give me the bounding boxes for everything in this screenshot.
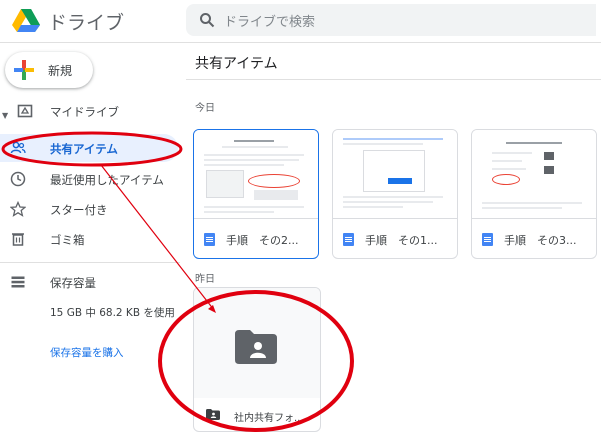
search-bar[interactable]: ドライブで検索 [186,4,596,36]
sidebar-item-starred[interactable]: スター付き [0,195,186,223]
file-name: 手順 その1... [365,234,438,247]
clock-icon [10,171,26,187]
sidebar-item-label: スター付き [50,203,108,217]
file-card[interactable]: 手順 その2... [193,129,319,259]
main-divider [186,79,601,80]
buy-storage-link[interactable]: 保存容量を購入 [50,345,124,360]
shared-people-icon [10,141,26,154]
sidebar-item-label: 最近使用したアイテム [50,173,164,187]
shared-folder-icon [235,330,277,364]
folder-thumbnail [194,288,320,398]
section-label-today: 今日 [195,103,215,114]
storage-icon [11,276,25,288]
plus-icon [14,60,34,80]
file-thumbnail [472,130,596,219]
search-input[interactable]: ドライブで検索 [224,11,315,30]
sidebar-item-storage[interactable]: 保存容量 [0,268,186,296]
sidebar-item-label: ゴミ箱 [50,233,85,247]
google-docs-icon [343,233,354,246]
sidebar-item-my-drive[interactable]: マイドライブ [0,97,186,125]
file-thumbnail [194,130,318,219]
file-card[interactable]: 手順 その3... [471,129,597,259]
sidebar-item-shared[interactable]: 共有アイテム [0,134,178,162]
drive-icon [17,104,33,118]
app-title[interactable]: ドライブ [48,8,124,35]
drive-logo-icon[interactable] [12,8,40,32]
star-icon [10,201,26,217]
search-icon[interactable] [199,12,215,28]
file-name: 手順 その3... [504,234,577,247]
file-name: 手順 その2... [226,234,299,247]
new-button[interactable]: 新規 [5,52,93,88]
file-thumbnail [333,130,457,219]
sidebar-item-label: 共有アイテム [50,142,118,156]
folder-card[interactable]: 社内共有フォ... [193,287,321,432]
sidebar-item-recent[interactable]: 最近使用したアイテム [0,165,186,193]
file-card[interactable]: 手順 その1... [332,129,458,259]
storage-usage-text: 15 GB 中 68.2 KB を使用 [50,307,175,319]
new-button-label: 新規 [48,64,73,78]
sidebar-item-label: マイドライブ [50,105,119,119]
google-docs-icon [482,233,493,246]
trash-icon [12,233,24,246]
section-label-yesterday: 昨日 [195,274,215,285]
shared-folder-small-icon [206,409,220,420]
page-title: 共有アイテム [195,56,278,72]
folder-name: 社内共有フォ... [234,413,304,424]
sidebar-divider [0,262,180,263]
top-bar: ドライブ ドライブで検索 [0,0,601,43]
sidebar-item-trash[interactable]: ゴミ箱 [0,225,186,253]
google-docs-icon [204,233,215,246]
sidebar-item-label: 保存容量 [50,276,96,290]
